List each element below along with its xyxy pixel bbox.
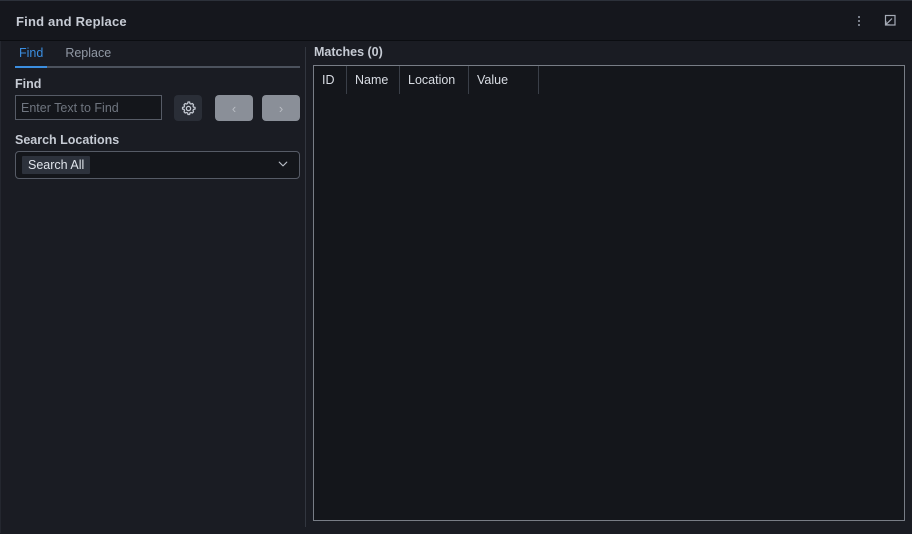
search-locations-label: Search Locations bbox=[15, 133, 120, 147]
matches-table: ID Name Location Value bbox=[313, 65, 905, 521]
column-header-name[interactable]: Name bbox=[347, 66, 400, 94]
panel-content: Find Replace Find ‹ › Search Locations bbox=[0, 41, 912, 533]
matches-pane: Matches (0) ID Name Location Value bbox=[306, 41, 912, 533]
column-header-id[interactable]: ID bbox=[314, 66, 347, 94]
tab-active-indicator bbox=[15, 66, 47, 68]
search-locations-dropdown[interactable]: Search All bbox=[15, 151, 300, 179]
tab-find[interactable]: Find bbox=[15, 45, 47, 65]
find-options-button[interactable] bbox=[174, 95, 202, 121]
tab-bar-underline bbox=[15, 66, 300, 68]
find-left-pane: Find Replace Find ‹ › Search Locations bbox=[0, 41, 305, 533]
chevron-down-icon bbox=[278, 161, 288, 167]
find-next-button[interactable]: › bbox=[262, 95, 300, 121]
undock-icon bbox=[884, 14, 896, 26]
window-titlebar: Find and Replace bbox=[0, 0, 912, 41]
column-header-location[interactable]: Location bbox=[400, 66, 469, 94]
matches-title: Matches (0) bbox=[314, 45, 383, 59]
find-label: Find bbox=[15, 77, 42, 91]
tab-replace[interactable]: Replace bbox=[61, 45, 115, 65]
chevron-left-icon: ‹ bbox=[231, 100, 237, 116]
titlebar-actions bbox=[846, 1, 902, 41]
chevron-right-icon: › bbox=[278, 100, 284, 116]
column-header-value[interactable]: Value bbox=[469, 66, 539, 94]
find-and-replace-window: Find and Replace Find Replace Find Enter… bbox=[0, 0, 912, 534]
find-input[interactable] bbox=[15, 95, 162, 120]
find-previous-button[interactable]: ‹ bbox=[215, 95, 253, 121]
kebab-menu-icon bbox=[858, 16, 860, 26]
matches-table-header: ID Name Location Value bbox=[314, 66, 904, 94]
matches-table-body bbox=[314, 94, 904, 520]
more-options-button[interactable] bbox=[846, 8, 872, 34]
window-title: Find and Replace bbox=[16, 14, 127, 29]
gear-icon bbox=[181, 100, 196, 115]
search-locations-value: Search All bbox=[22, 156, 91, 174]
undock-panel-button[interactable] bbox=[876, 8, 902, 34]
